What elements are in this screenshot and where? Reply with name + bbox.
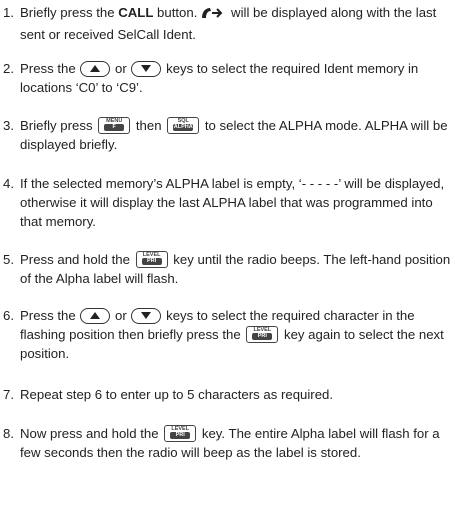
step-text: Now press and hold the LEVEL PRI key. The…: [20, 425, 440, 460]
step-6: 6. Press the or keys to select the requi…: [0, 306, 453, 363]
step-2: 2. Press the or keys to select the requi…: [0, 59, 453, 97]
step-text: Repeat step 6 to enter up to 5 character…: [20, 387, 334, 402]
down-arrow-key-icon: [131, 61, 162, 77]
step-number: 3.: [3, 118, 14, 133]
step-text: Press the or keys to select the required…: [20, 308, 444, 361]
step-1: 1. Briefly press the CALL button. will b…: [0, 3, 453, 44]
step-number: 6.: [3, 308, 14, 323]
step-number: 7.: [3, 387, 14, 402]
step-text: Press and hold the LEVEL PRI key until th…: [20, 251, 451, 286]
up-arrow-key-icon: [80, 61, 111, 77]
step-7: 7. Repeat step 6 to enter up to 5 charac…: [0, 385, 453, 404]
step-number: 5.: [3, 252, 14, 267]
level-pri-key-icon: LEVEL PRI: [164, 425, 197, 442]
up-arrow-key-icon: [80, 308, 111, 324]
step-4: 4. If the selected memory’s ALPHA label …: [0, 174, 453, 231]
step-number: 8.: [3, 426, 14, 441]
step-number: 1.: [3, 5, 14, 20]
step-text: Briefly press MENU F then SQL ALPHA to sel…: [20, 117, 448, 152]
step-number: 2.: [3, 61, 14, 76]
step-8: 8. Now press and hold the LEVEL PRI key. …: [0, 424, 453, 462]
step-text: If the selected memory’s ALPHA label is …: [20, 176, 445, 229]
level-pri-key-icon: LEVEL PRI: [246, 326, 279, 343]
down-arrow-key-icon: [131, 308, 162, 324]
step-5: 5. Press and hold the LEVEL PRI key until…: [0, 250, 453, 288]
sql-alpha-key-icon: SQL ALPHA: [167, 117, 200, 134]
instruction-list: 1. Briefly press the CALL button. will b…: [0, 0, 455, 522]
level-pri-key-icon: LEVEL PRI: [135, 251, 168, 268]
menu-f-key-icon: MENU F: [98, 117, 131, 134]
step-text: Press the or keys to select the required…: [20, 61, 419, 95]
call-icon: [200, 6, 224, 25]
step-text: Briefly press the CALL button. will be d…: [20, 5, 437, 42]
step-number: 4.: [3, 176, 14, 191]
step-3: 3. Briefly press MENU F then SQL ALPHA to …: [0, 116, 453, 154]
